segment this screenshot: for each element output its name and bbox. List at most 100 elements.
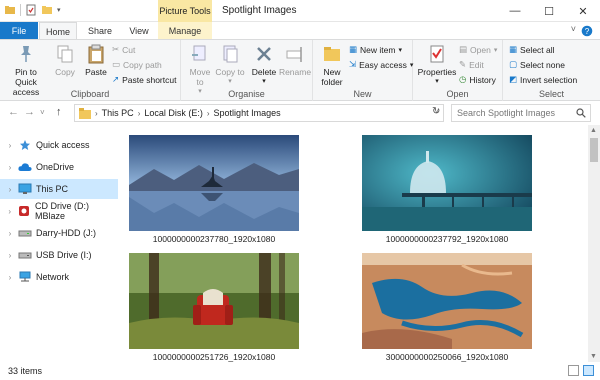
file-list: 1000000000237780_1920x1080 1000000000237… — [118, 125, 588, 362]
nav-network[interactable]: › Network — [0, 267, 118, 287]
nav-onedrive[interactable]: › OneDrive — [0, 157, 118, 177]
item-count: 33 items — [8, 366, 43, 376]
paste-shortcut-icon: ↗ — [112, 74, 120, 84]
open-button[interactable]: ▤ Open ▾ — [459, 44, 497, 55]
address-row: ← → ˅ ↑ › This PC › Local Disk (E:) › Sp… — [0, 101, 600, 125]
chevron-right-icon[interactable]: › — [4, 207, 16, 216]
select-all-button[interactable]: ▦ Select all — [509, 44, 555, 55]
chevron-right-icon[interactable]: › — [4, 229, 16, 238]
file-name[interactable]: 1000000000237780_1920x1080 — [129, 234, 299, 244]
new-folder-icon[interactable] — [41, 4, 53, 16]
file-tile[interactable]: 1000000000237780_1920x1080 — [129, 135, 299, 244]
image-thumbnail[interactable] — [362, 135, 532, 231]
chevron-down-icon[interactable]: ▾ — [57, 6, 61, 14]
history-icon: ◷ — [459, 74, 467, 84]
close-button[interactable]: ✕ — [566, 0, 600, 22]
properties-icon[interactable] — [25, 4, 37, 16]
file-tile[interactable]: 3000000000250066_1920x1080 — [362, 253, 532, 362]
edit-button[interactable]: ✎ Edit — [459, 59, 484, 70]
back-icon[interactable]: ← — [8, 106, 19, 118]
svg-text:?: ? — [585, 27, 590, 36]
new-folder-icon — [324, 47, 340, 61]
cd-drive-icon — [18, 204, 31, 218]
new-item-icon: ▦ — [349, 44, 358, 54]
file-name[interactable]: 1000000000251726_1920x1080 — [129, 352, 299, 362]
delete-button[interactable]: Delete ▾ — [249, 43, 279, 87]
breadcrumb-spotlight-images[interactable]: Spotlight Images — [214, 108, 281, 118]
collapse-ribbon-icon[interactable]: ˅ — [571, 24, 576, 34]
file-name[interactable]: 1000000000237792_1920x1080 — [362, 234, 532, 244]
chevron-right-icon: › — [137, 108, 141, 118]
search-input[interactable]: Search Spotlight Images — [451, 104, 591, 122]
picture-tools-context-label: Picture Tools — [158, 0, 212, 22]
chevron-right-icon[interactable]: › — [4, 273, 16, 282]
image-thumbnail[interactable] — [129, 253, 299, 349]
select-all-icon: ▦ — [509, 44, 518, 54]
refresh-icon[interactable]: ↻ — [432, 106, 440, 117]
forward-icon[interactable]: → — [24, 106, 35, 118]
edit-icon: ✎ — [459, 59, 467, 69]
breadcrumb-this-pc[interactable]: This PC — [102, 108, 134, 118]
maximize-button[interactable]: ☐ — [532, 0, 566, 22]
file-tile[interactable]: 1000000000237792_1920x1080 — [362, 135, 532, 244]
clipboard-group: Pin to Quick access Copy Paste ✂ Cut ▭ Cop… — [0, 40, 181, 101]
copy-button[interactable]: Copy — [51, 43, 79, 77]
clipboard-group-label: Clipboard — [70, 89, 110, 99]
address-bar[interactable]: › This PC › Local Disk (E:) › Spotlight … — [74, 104, 444, 122]
pin-icon — [21, 46, 31, 62]
chevron-right-icon[interactable]: › — [4, 163, 16, 172]
file-tile[interactable]: 1000000000251726_1920x1080 — [129, 253, 299, 362]
image-thumbnail[interactable] — [362, 253, 532, 349]
nav-quick-access[interactable]: › Quick access — [0, 135, 118, 155]
file-name[interactable]: 3000000000250066_1920x1080 — [362, 352, 532, 362]
organise-group-label: Organise — [228, 89, 265, 99]
nav-cd-drive[interactable]: › CD Drive (D:) MBlaze — [0, 201, 118, 221]
help-icon[interactable]: ? — [580, 24, 594, 38]
scroll-down-icon[interactable]: ▼ — [590, 353, 597, 360]
select-none-button[interactable]: ▢ Select none — [509, 59, 565, 70]
chevron-right-icon: › — [206, 108, 210, 118]
tab-view[interactable]: View — [122, 22, 156, 39]
easy-access-button[interactable]: ⇲ Easy access ▾ — [349, 59, 413, 70]
tab-home[interactable]: Home — [39, 22, 77, 40]
minimize-button[interactable]: — — [498, 0, 532, 22]
nav-darry-hdd[interactable]: › Darry-HDD (J:) — [0, 223, 118, 243]
star-icon — [18, 138, 32, 152]
nav-usb-drive[interactable]: › USB Drive (I:) — [0, 245, 118, 265]
breadcrumb-local-disk[interactable]: Local Disk (E:) — [144, 108, 203, 118]
history-button[interactable]: ◷ History — [459, 74, 496, 85]
scroll-up-icon[interactable]: ▲ — [590, 127, 597, 134]
ribbon: Pin to Quick access Copy Paste ✂ Cut ▭ Cop… — [0, 39, 600, 101]
organise-group: Move to ▾ Copy to ▾ Delete ▾ Rename Orga… — [181, 40, 313, 101]
large-icons-view-icon[interactable] — [583, 365, 594, 376]
new-item-button[interactable]: ▦ New item ▾ — [349, 44, 402, 55]
copy-path-button[interactable]: ▭ Copy path — [112, 59, 162, 70]
paste-button[interactable]: Paste — [82, 43, 110, 77]
details-view-icon[interactable] — [568, 365, 579, 376]
chevron-right-icon: › — [95, 108, 98, 118]
tab-share[interactable]: Share — [82, 22, 118, 39]
new-folder-button[interactable]: New folder — [317, 43, 347, 87]
image-thumbnail[interactable] — [129, 135, 299, 231]
folder-icon — [79, 107, 91, 119]
tab-file[interactable]: File — [0, 22, 38, 39]
invert-selection-button[interactable]: ◩ Invert selection — [509, 74, 577, 85]
nav-this-pc[interactable]: › This PC — [0, 179, 118, 199]
properties-button[interactable]: Properties ▾ — [417, 43, 457, 87]
copy-to-button[interactable]: Copy to ▾ — [215, 43, 245, 87]
chevron-right-icon[interactable]: › — [4, 251, 16, 260]
rename-icon — [286, 47, 302, 62]
up-icon[interactable]: ↑ — [56, 106, 62, 118]
vertical-scrollbar[interactable]: ▲ ▼ — [588, 125, 600, 362]
easy-access-icon: ⇲ — [349, 59, 357, 69]
scrollbar-thumb[interactable] — [590, 138, 598, 162]
rename-button[interactable]: Rename — [279, 43, 311, 77]
recent-locations-icon[interactable]: ˅ — [40, 108, 45, 117]
paste-shortcut-button[interactable]: ↗ Paste shortcut — [112, 74, 176, 85]
cut-button[interactable]: ✂ Cut — [112, 44, 135, 55]
delete-icon — [257, 47, 271, 61]
chevron-right-icon[interactable]: › — [4, 185, 16, 194]
chevron-right-icon[interactable]: › — [4, 141, 16, 150]
tab-manage[interactable]: Manage — [158, 22, 212, 39]
status-bar: 33 items — [0, 362, 600, 380]
